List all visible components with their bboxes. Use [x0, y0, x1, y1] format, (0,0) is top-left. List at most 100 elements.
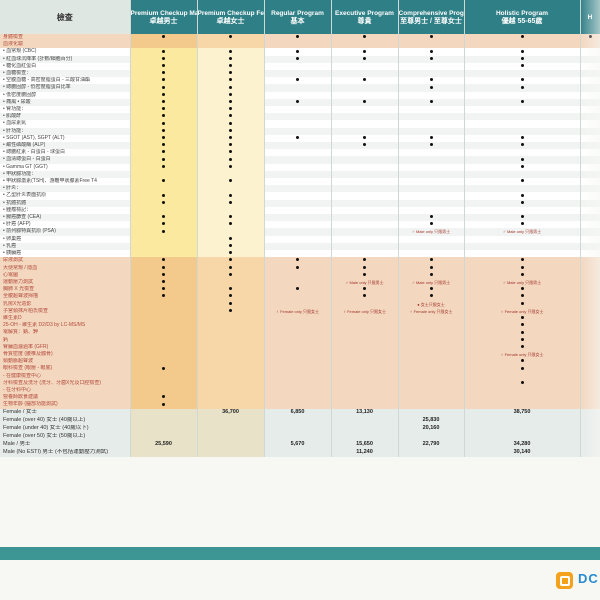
table-cell	[264, 185, 332, 193]
included-dot-icon	[197, 106, 265, 114]
included-dot-icon	[197, 264, 265, 272]
table-cell	[580, 120, 600, 128]
included-dot-icon	[197, 91, 265, 99]
table-cell	[580, 170, 600, 179]
included-dot-icon	[197, 257, 265, 265]
table-cell	[398, 343, 465, 351]
table-cell	[464, 386, 581, 395]
row-label: 身體檢查	[0, 34, 131, 42]
table-cell	[398, 192, 465, 200]
row-label: Female (over 40) 女士 (40歲以上)	[0, 416, 131, 425]
table-cell	[264, 84, 332, 92]
table-cell	[580, 98, 600, 107]
included-dot-icon	[130, 156, 198, 164]
price-row: Male (No ESTI) 男士 (不包括運動壓力測試) 11,240 30,14…	[0, 448, 600, 457]
table-cell	[264, 156, 332, 164]
table-cell	[580, 62, 600, 71]
dot-icon	[296, 56, 299, 60]
table-cell: ♂ Male only 只限男士	[464, 278, 581, 287]
dot-icon	[229, 258, 232, 262]
table-cell	[264, 221, 332, 229]
price-row: Female (over 50) 女士 (50歲以上)	[0, 432, 600, 441]
table-cell	[331, 386, 399, 395]
included-dot-icon	[197, 286, 265, 294]
column-title-zh: 尊貴	[357, 17, 372, 25]
included-dot-icon	[464, 379, 581, 387]
row-label: • 乳癌	[0, 242, 131, 251]
dot-icon	[229, 294, 232, 298]
table-row: • 腎功能：	[0, 106, 600, 114]
table-cell: ♀ Female only 只限女士	[331, 307, 399, 315]
included-dot-icon	[464, 286, 581, 294]
table-cell	[464, 149, 581, 157]
included-dot-icon	[130, 127, 198, 135]
table-cell	[264, 62, 332, 71]
table-cell	[264, 214, 332, 222]
row-label: • 腸癌篩查 (CEA)	[0, 214, 131, 222]
dot-icon	[162, 258, 165, 262]
table-cell	[580, 221, 600, 229]
price-cell	[197, 424, 265, 433]
included-dot-icon	[197, 235, 265, 243]
column-title-zh: 至尊男士 / 至尊女士	[400, 17, 462, 25]
included-dot-icon	[398, 264, 465, 272]
table-cell	[331, 235, 399, 243]
table-cell	[264, 170, 332, 179]
row-label: • 甲狀腺激素(TSH)、游離甲狀腺素Free T4	[0, 178, 131, 186]
row-label: 牙科檢查及洗牙 (洗牙、牙齒X光及口腔檢查)	[0, 379, 131, 387]
price-cell	[580, 448, 600, 457]
table-cell	[130, 314, 198, 323]
table-cell	[197, 386, 265, 395]
table-row: 胸肺 X 光檢查	[0, 286, 600, 294]
dot-icon	[162, 215, 165, 219]
dot-icon	[162, 200, 165, 204]
table-cell	[331, 250, 399, 258]
price-cell: 25,590	[130, 440, 198, 449]
included-dot-icon	[331, 134, 399, 143]
table-row: • 卵巢癌	[0, 235, 600, 243]
price-row: Female / 女士 36,700 6,850 13,130 38,750	[0, 408, 600, 417]
dot-icon	[162, 121, 165, 125]
dot-icon	[520, 265, 524, 269]
column-title-en: Regular Program	[271, 9, 324, 17]
table-cell	[130, 185, 198, 193]
table-cell	[580, 278, 600, 287]
included-dot-icon	[130, 106, 198, 114]
table-cell	[130, 322, 198, 330]
table-cell	[331, 41, 399, 49]
included-dot-icon	[464, 163, 581, 171]
row-label: 尿液測試	[0, 257, 131, 265]
table-cell	[580, 214, 600, 222]
included-dot-icon	[130, 70, 198, 78]
dot-icon	[363, 136, 366, 140]
table-cell	[331, 372, 399, 380]
table-cell	[197, 379, 265, 387]
dot-icon	[229, 71, 232, 75]
table-cell	[264, 350, 332, 359]
table-cell	[264, 149, 332, 157]
included-dot-icon	[130, 214, 198, 222]
table-cell	[580, 372, 600, 380]
dot-icon	[162, 179, 165, 183]
dot-icon	[229, 92, 232, 96]
table-body: 身體檢查 血液化驗 • 血常規 (CBC) • 紅血球沉降率 (計數/細胞百分) • 糖…	[0, 34, 600, 457]
table-cell	[580, 228, 600, 236]
price-cell	[130, 432, 198, 441]
dot-icon	[229, 121, 232, 125]
dot-icon	[162, 272, 165, 276]
price-cell	[197, 432, 265, 441]
included-dot-icon	[398, 48, 465, 56]
table-cell	[130, 170, 198, 179]
row-label: • 空腹血糖 - 高密度脂蛋白 - 三酸甘油酯	[0, 77, 131, 85]
included-dot-icon	[130, 278, 198, 287]
table-cell	[331, 329, 399, 337]
row-label: 頸動脈超聲波	[0, 358, 131, 366]
dot-icon	[429, 258, 433, 262]
included-dot-icon	[130, 365, 198, 373]
table-cell	[130, 343, 198, 351]
dot-icon	[229, 200, 232, 204]
table-cell	[580, 329, 600, 337]
dot-icon	[296, 287, 299, 291]
price-cell	[264, 424, 332, 433]
dot-icon	[429, 272, 433, 276]
